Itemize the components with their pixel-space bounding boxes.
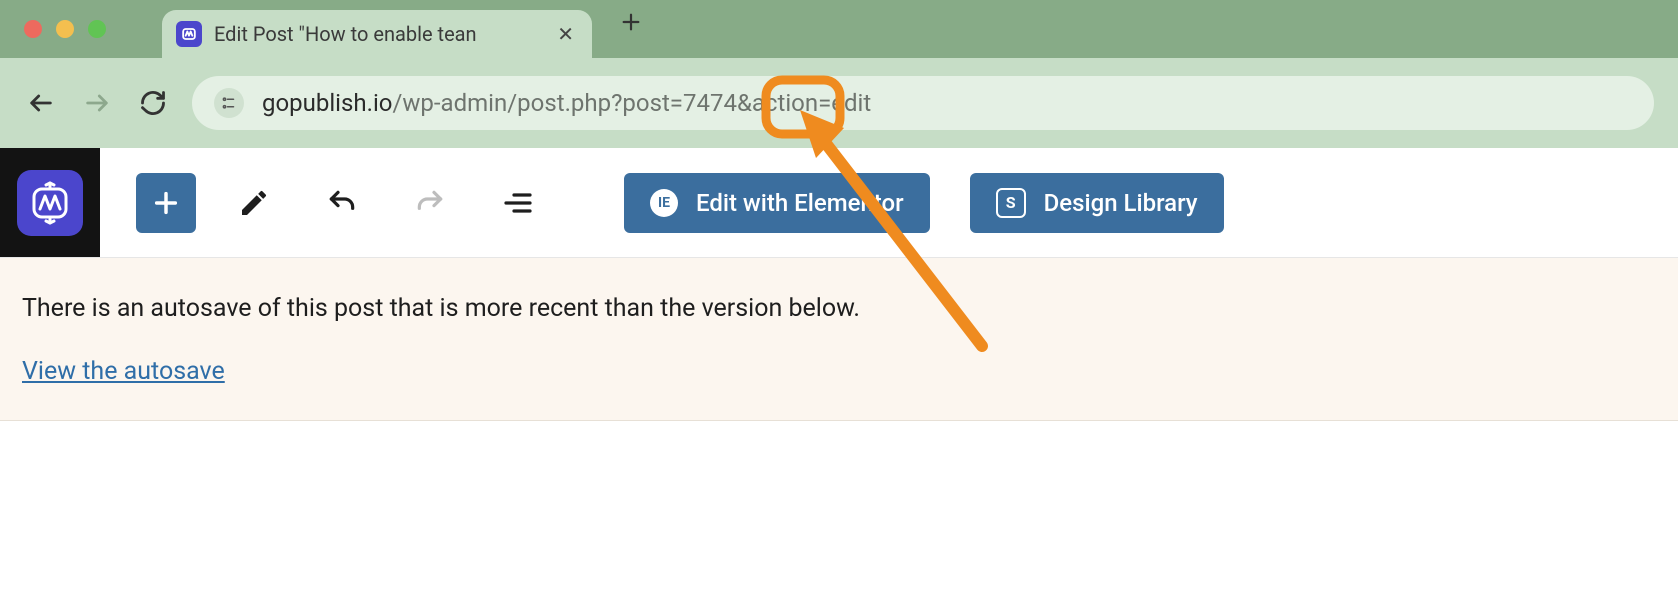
browser-tab-active[interactable]: Edit Post "How to enable tean ✕ — [162, 10, 592, 58]
block-inserter-button[interactable] — [136, 173, 196, 233]
window-minimize-button[interactable] — [56, 20, 74, 38]
nav-reload-button[interactable] — [136, 86, 170, 120]
autosave-notice: There is an autosave of this post that i… — [0, 258, 1678, 421]
url-text: gopublish.io/wp-admin/post.php?post=7474… — [262, 89, 871, 117]
browser-titlebar: Edit Post "How to enable tean ✕ — [0, 0, 1678, 58]
browser-toolbar: gopublish.io/wp-admin/post.php?post=7474… — [0, 58, 1678, 148]
url-path-pre: /wp-admin/post.php?post= — [392, 89, 683, 117]
nav-back-button[interactable] — [24, 86, 58, 120]
autosave-message: There is an autosave of this post that i… — [22, 294, 1656, 323]
design-library-icon: S — [996, 188, 1026, 218]
url-host: gopublish.io — [262, 89, 392, 117]
tab-title: Edit Post "How to enable tean — [214, 22, 545, 46]
window-controls — [24, 20, 106, 38]
site-logo-icon — [17, 170, 83, 236]
url-path-post: &action=edit — [737, 89, 871, 117]
url-highlighted-param: 7474 — [683, 89, 737, 117]
design-library-button[interactable]: S Design Library — [970, 173, 1224, 233]
undo-button[interactable] — [312, 173, 372, 233]
new-tab-button[interactable] — [620, 11, 642, 47]
edit-tool-button[interactable] — [224, 173, 284, 233]
wp-menu-button[interactable] — [0, 148, 100, 257]
view-autosave-link[interactable]: View the autosave — [22, 357, 225, 386]
design-library-label: Design Library — [1044, 189, 1198, 217]
redo-button[interactable] — [400, 173, 460, 233]
tab-favicon-icon — [176, 21, 202, 47]
window-maximize-button[interactable] — [88, 20, 106, 38]
tab-close-button[interactable]: ✕ — [557, 22, 574, 46]
document-overview-button[interactable] — [488, 173, 548, 233]
elementor-icon: IE — [650, 189, 678, 217]
editor-tools — [100, 173, 584, 233]
window-close-button[interactable] — [24, 20, 42, 38]
elementor-label: Edit with Elementor — [696, 189, 904, 217]
editor-toolbar: IE Edit with Elementor S Design Library — [0, 148, 1678, 258]
nav-forward-button[interactable] — [80, 86, 114, 120]
site-info-icon[interactable] — [214, 88, 244, 118]
edit-with-elementor-button[interactable]: IE Edit with Elementor — [624, 173, 930, 233]
address-bar[interactable]: gopublish.io/wp-admin/post.php?post=7474… — [192, 76, 1654, 130]
